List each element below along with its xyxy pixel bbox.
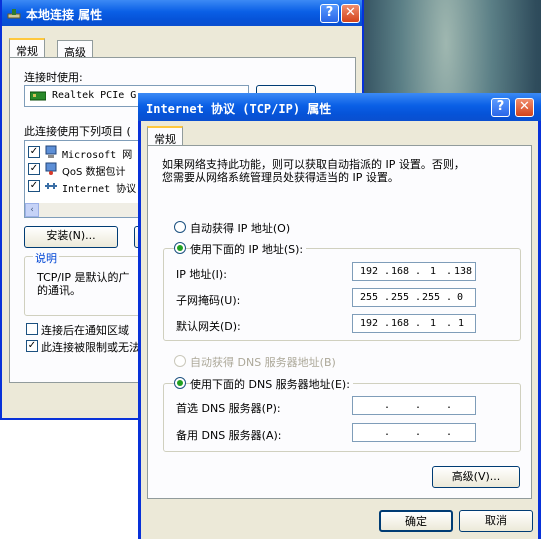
ip-dot: . xyxy=(446,266,453,277)
help-button[interactable]: ? xyxy=(320,4,339,23)
subnet-mask-field[interactable]: 255 . 255 . 255 . 0 xyxy=(352,288,476,307)
ip-octet-2: 168 xyxy=(391,266,410,277)
notify-label: 连接后在通知区域 xyxy=(41,324,129,337)
gateway-field[interactable]: 192 . 168 . 1 . 1 xyxy=(352,314,476,333)
tcpip-properties-window: Internet 协议 (TCP/IP) 属性 ? ✕ 常规 如果网络支持此功能… xyxy=(138,93,541,539)
manual-ip-radio[interactable] xyxy=(174,242,186,254)
item-label: Internet 协议 xyxy=(62,184,137,195)
install-button[interactable]: 安装(N)... xyxy=(24,226,118,248)
notify-checkbox[interactable] xyxy=(26,323,38,335)
ip-dot: . xyxy=(415,266,422,277)
auto-ip-radio[interactable] xyxy=(174,221,186,233)
ip-dot: . xyxy=(415,318,422,329)
preferred-dns-field[interactable]: . . . xyxy=(352,396,476,415)
mask-octet-3: 255 xyxy=(422,292,441,303)
mask-octet-1: 255 xyxy=(360,292,379,303)
close-button[interactable]: ✕ xyxy=(515,98,534,117)
connect-using-label: 连接时使用: xyxy=(24,71,83,84)
ip-octet-1: 192 xyxy=(360,266,379,277)
tab-general[interactable]: 常规 xyxy=(147,126,183,146)
item-checkbox[interactable]: ✓ xyxy=(28,146,40,158)
auto-dns-label[interactable]: 自动获得 DNS 服务器地址(B) xyxy=(190,354,336,370)
computers-icon xyxy=(45,145,57,158)
ip-dot: . xyxy=(446,427,453,438)
items-label: 此连接使用下列项目 ( xyxy=(24,125,131,138)
ip-dot: . xyxy=(384,292,391,303)
network-icon xyxy=(7,9,21,19)
limited-label: 此连接被限制或无法 xyxy=(41,341,140,354)
ip-dot: . xyxy=(446,292,453,303)
title-bar[interactable]: 本地连接 属性 ? ✕ xyxy=(2,0,362,26)
ip-dot: . xyxy=(446,400,453,411)
alternate-dns-field[interactable]: . . . xyxy=(352,423,476,442)
gateway-octet-1: 192 xyxy=(360,318,379,329)
preferred-dns-label: 首选 DNS 服务器(P): xyxy=(176,402,281,415)
item-checkbox[interactable]: ✓ xyxy=(28,163,40,175)
auto-ip-label[interactable]: 自动获得 IP 地址(O) xyxy=(190,220,290,236)
ip-octet-4: 138 xyxy=(454,266,473,277)
window-title: 本地连接 属性 xyxy=(26,8,103,22)
manual-dns-radio[interactable] xyxy=(174,377,186,389)
ip-address-field[interactable]: 192 . 168 . 1 . 138 xyxy=(352,262,476,281)
ip-dot: . xyxy=(384,427,391,438)
item-label: Microsoft 网 xyxy=(62,150,133,161)
intro-text-line-2: 您需要从网络系统管理员处获得适当的 IP 设置。 xyxy=(162,171,399,184)
mask-octet-4: 0 xyxy=(457,292,464,303)
advanced-button[interactable]: 高级(V)... xyxy=(432,466,520,488)
manual-ip-label[interactable]: 使用下面的 IP 地址(S): xyxy=(190,241,307,257)
gateway-octet-2: 168 xyxy=(391,318,410,329)
tab-general[interactable]: 常规 xyxy=(9,38,45,58)
close-button[interactable]: ✕ xyxy=(341,4,360,23)
adapter-name: Realtek PCIe G xyxy=(52,90,137,101)
description-title: 说明 xyxy=(33,250,59,266)
ip-dot: . xyxy=(384,266,391,277)
gateway-octet-4: 1 xyxy=(458,318,465,329)
manual-dns-label[interactable]: 使用下面的 DNS 服务器地址(E): xyxy=(190,376,353,392)
ip-dot: . xyxy=(384,318,391,329)
protocol-icon xyxy=(45,183,57,189)
qos-icon xyxy=(45,162,57,175)
subnet-mask-label: 子网掩码(U): xyxy=(176,294,241,307)
scroll-left-button[interactable]: ‹ xyxy=(25,203,39,217)
ip-dot: . xyxy=(415,292,422,303)
ip-octet-3: 1 xyxy=(430,266,437,277)
ip-dot: . xyxy=(415,427,422,438)
ok-button[interactable]: 确定 xyxy=(379,510,453,532)
help-button[interactable]: ? xyxy=(491,98,510,117)
ip-dot: . xyxy=(415,400,422,411)
gateway-label: 默认网关(D): xyxy=(176,320,241,333)
item-checkbox[interactable]: ✓ xyxy=(28,180,40,192)
window-title: Internet 协议 (TCP/IP) 属性 xyxy=(146,102,332,116)
gateway-octet-3: 1 xyxy=(430,318,437,329)
auto-dns-radio[interactable] xyxy=(174,355,186,367)
limited-checkbox[interactable]: ✓ xyxy=(26,340,38,352)
mask-octet-2: 255 xyxy=(391,292,410,303)
ip-dot: . xyxy=(384,400,391,411)
general-panel: 如果网络支持此功能，则可以获取自动指派的 IP 设置。否则， 您需要从网络系统管… xyxy=(147,145,532,499)
ip-address-label: IP 地址(I): xyxy=(176,268,227,281)
alternate-dns-label: 备用 DNS 服务器(A): xyxy=(176,429,282,442)
item-label: QoS 数据包计 xyxy=(62,167,126,178)
title-bar[interactable]: Internet 协议 (TCP/IP) 属性 ? ✕ xyxy=(138,93,541,121)
tab-advanced[interactable]: 高级 xyxy=(57,40,93,59)
network-adapter-icon xyxy=(30,91,46,101)
ip-dot: . xyxy=(446,318,453,329)
description-text-2: 的通讯。 xyxy=(37,284,81,297)
cancel-button[interactable]: 取消 xyxy=(459,510,533,532)
